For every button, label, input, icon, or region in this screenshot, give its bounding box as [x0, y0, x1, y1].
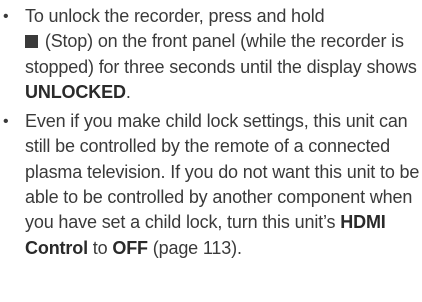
- display-text-unlocked: UNLOCKED: [25, 81, 126, 102]
- setting-value-off: OFF: [112, 237, 148, 258]
- note-text: To unlock the recorder, press and hold: [25, 6, 325, 26]
- page-reference: (page 113).: [147, 237, 242, 258]
- stop-icon: [25, 35, 38, 49]
- note-text: (Stop) on the front panel (while the rec…: [25, 31, 417, 77]
- notes-list: • To unlock the recorder, press and hold…: [0, 0, 422, 261]
- note-text: to: [87, 237, 113, 258]
- note-hdmi-control: • Even if you make child lock settings, …: [0, 109, 422, 261]
- bullet-marker: •: [3, 8, 9, 25]
- note-unlock-recorder: • To unlock the recorder, press and hold…: [0, 4, 422, 105]
- note-text: .: [125, 81, 131, 102]
- bullet-marker: •: [3, 113, 9, 131]
